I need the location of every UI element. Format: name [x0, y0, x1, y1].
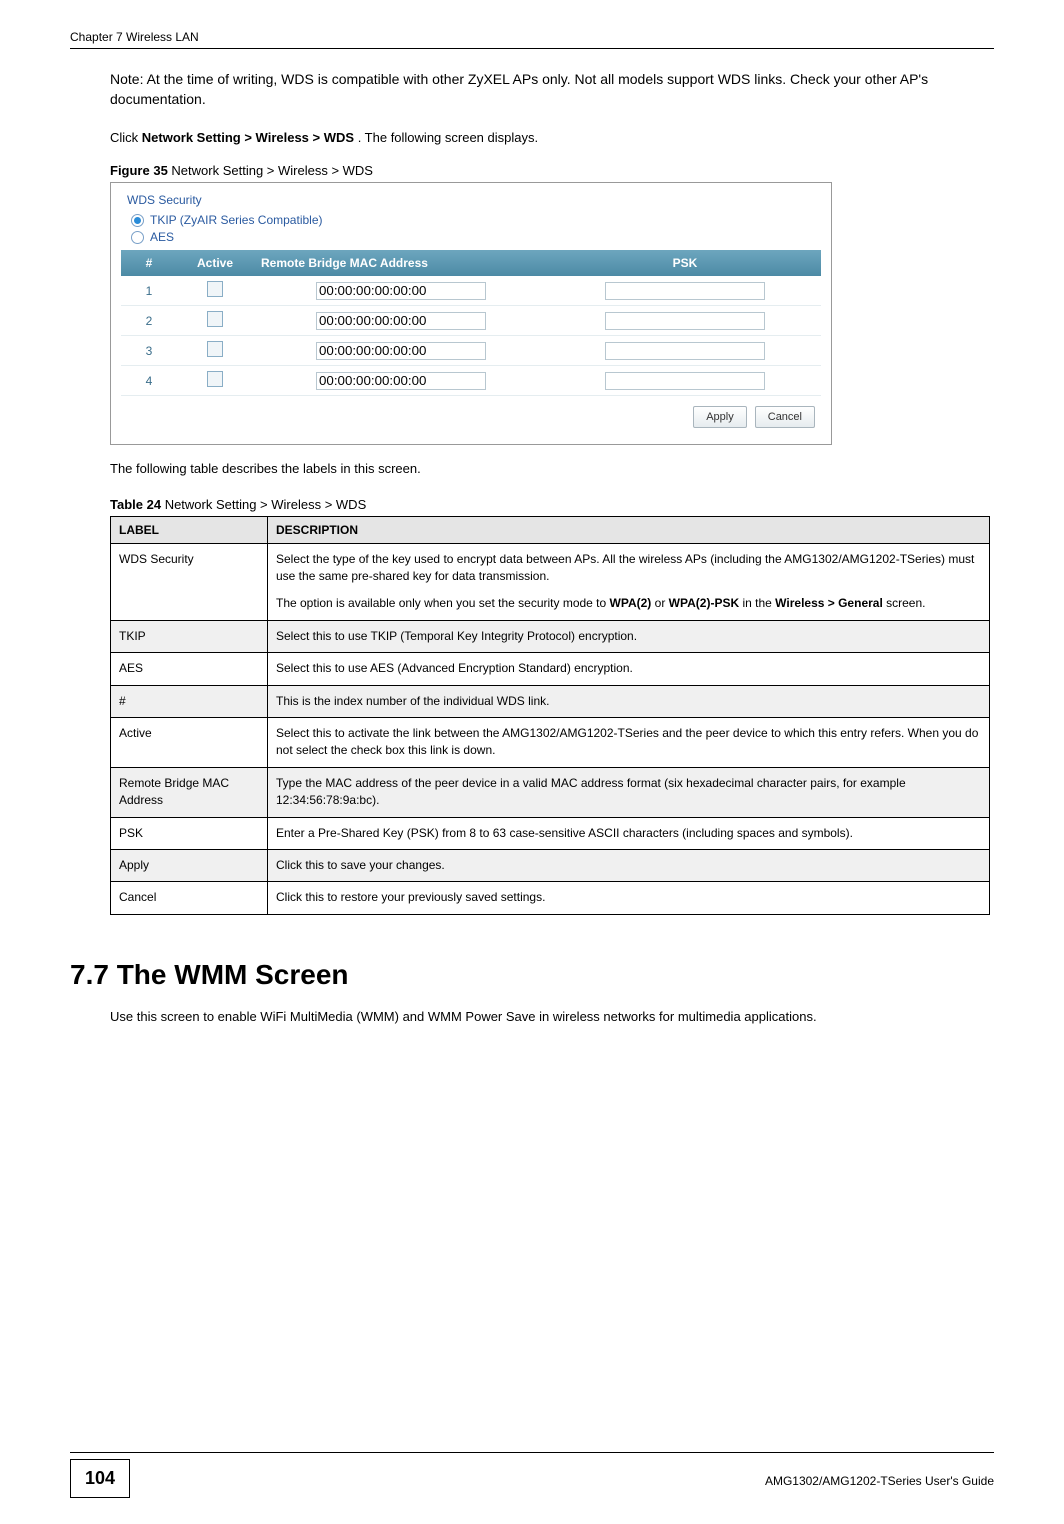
cell-label: TKIP: [111, 620, 268, 652]
nav-path: Network Setting > Wireless > WDS: [142, 130, 354, 145]
wds-security-label: WDS Security: [127, 193, 821, 207]
wds-table: # Active Remote Bridge MAC Address PSK 1…: [121, 250, 821, 396]
row-num: 3: [121, 336, 177, 366]
note-text: Note: At the time of writing, WDS is com…: [110, 69, 994, 110]
table-caption: Table 24 Network Setting > Wireless > WD…: [110, 497, 994, 512]
mac-input[interactable]: [316, 282, 486, 300]
page-footer: 104 AMG1302/AMG1202-TSeries User's Guide: [70, 1452, 994, 1498]
mac-input[interactable]: [316, 342, 486, 360]
th-label: LABEL: [111, 516, 268, 543]
col-mac: Remote Bridge MAC Address: [253, 250, 549, 276]
figure-label: Figure 35: [110, 163, 171, 178]
cell-label: WDS Security: [111, 543, 268, 620]
figure-caption: Figure 35 Network Setting > Wireless > W…: [110, 163, 994, 178]
active-checkbox[interactable]: [207, 371, 223, 387]
psk-input[interactable]: [605, 342, 765, 360]
cell-label: #: [111, 685, 268, 717]
cell-desc: Click this to save your changes.: [268, 849, 990, 881]
cancel-button[interactable]: Cancel: [755, 406, 815, 428]
cell-label: Active: [111, 717, 268, 767]
radio-unselected-icon[interactable]: [131, 231, 144, 244]
top-divider: [70, 48, 994, 49]
cell-label: Apply: [111, 849, 268, 881]
cell-desc: This is the index number of the individu…: [268, 685, 990, 717]
cell-desc: Enter a Pre-Shared Key (PSK) from 8 to 6…: [268, 817, 990, 849]
row-num: 4: [121, 366, 177, 396]
table-intro: The following table describes the labels…: [110, 459, 994, 479]
cell-desc: Type the MAC address of the peer device …: [268, 767, 990, 817]
col-psk: PSK: [549, 250, 821, 276]
cell-label: AES: [111, 653, 268, 685]
radio-aes-label: AES: [150, 230, 174, 244]
radio-aes-row[interactable]: AES: [131, 230, 821, 244]
cell-desc: Select this to activate the link between…: [268, 717, 990, 767]
section-body: Use this screen to enable WiFi MultiMedi…: [110, 1007, 994, 1027]
active-checkbox[interactable]: [207, 341, 223, 357]
mac-input[interactable]: [316, 372, 486, 390]
figure-title: Network Setting > Wireless > WDS: [171, 163, 373, 178]
nav-instruction: Click Network Setting > Wireless > WDS .…: [110, 128, 994, 148]
desc-p1: Select the type of the key used to encry…: [276, 551, 981, 586]
psk-input[interactable]: [605, 312, 765, 330]
footer-guide-title: AMG1302/AMG1202-TSeries User's Guide: [142, 1474, 994, 1488]
mac-input[interactable]: [316, 312, 486, 330]
cell-label: Cancel: [111, 882, 268, 914]
psk-input[interactable]: [605, 372, 765, 390]
table-label: Table 24: [110, 497, 165, 512]
radio-tkip-label: TKIP (ZyAIR Series Compatible): [150, 213, 323, 227]
section-heading: 7.7 The WMM Screen: [70, 959, 994, 991]
cell-label: Remote Bridge MAC Address: [111, 767, 268, 817]
screenshot-panel: WDS Security TKIP (ZyAIR Series Compatib…: [110, 182, 832, 445]
nav-post: . The following screen displays.: [358, 130, 538, 145]
radio-tkip-row[interactable]: TKIP (ZyAIR Series Compatible): [131, 213, 821, 227]
th-description: DESCRIPTION: [268, 516, 990, 543]
row-num: 2: [121, 306, 177, 336]
description-table: LABEL DESCRIPTION WDS Security Select th…: [110, 516, 990, 915]
row-num: 1: [121, 276, 177, 306]
active-checkbox[interactable]: [207, 281, 223, 297]
page-number: 104: [70, 1459, 130, 1498]
cell-desc: Click this to restore your previously sa…: [268, 882, 990, 914]
apply-button[interactable]: Apply: [693, 406, 747, 428]
nav-pre: Click: [110, 130, 142, 145]
table-title: Network Setting > Wireless > WDS: [165, 497, 367, 512]
cell-desc: Select this to use AES (Advanced Encrypt…: [268, 653, 990, 685]
desc-p2: The option is available only when you se…: [276, 595, 981, 612]
psk-input[interactable]: [605, 282, 765, 300]
radio-selected-icon[interactable]: [131, 214, 144, 227]
cell-desc: Select this to use TKIP (Temporal Key In…: [268, 620, 990, 652]
cell-desc: Select the type of the key used to encry…: [268, 543, 990, 620]
chapter-header: Chapter 7 Wireless LAN: [70, 30, 994, 44]
active-checkbox[interactable]: [207, 311, 223, 327]
cell-label: PSK: [111, 817, 268, 849]
col-num: #: [121, 250, 177, 276]
col-active: Active: [177, 250, 253, 276]
footer-divider: [70, 1452, 994, 1453]
